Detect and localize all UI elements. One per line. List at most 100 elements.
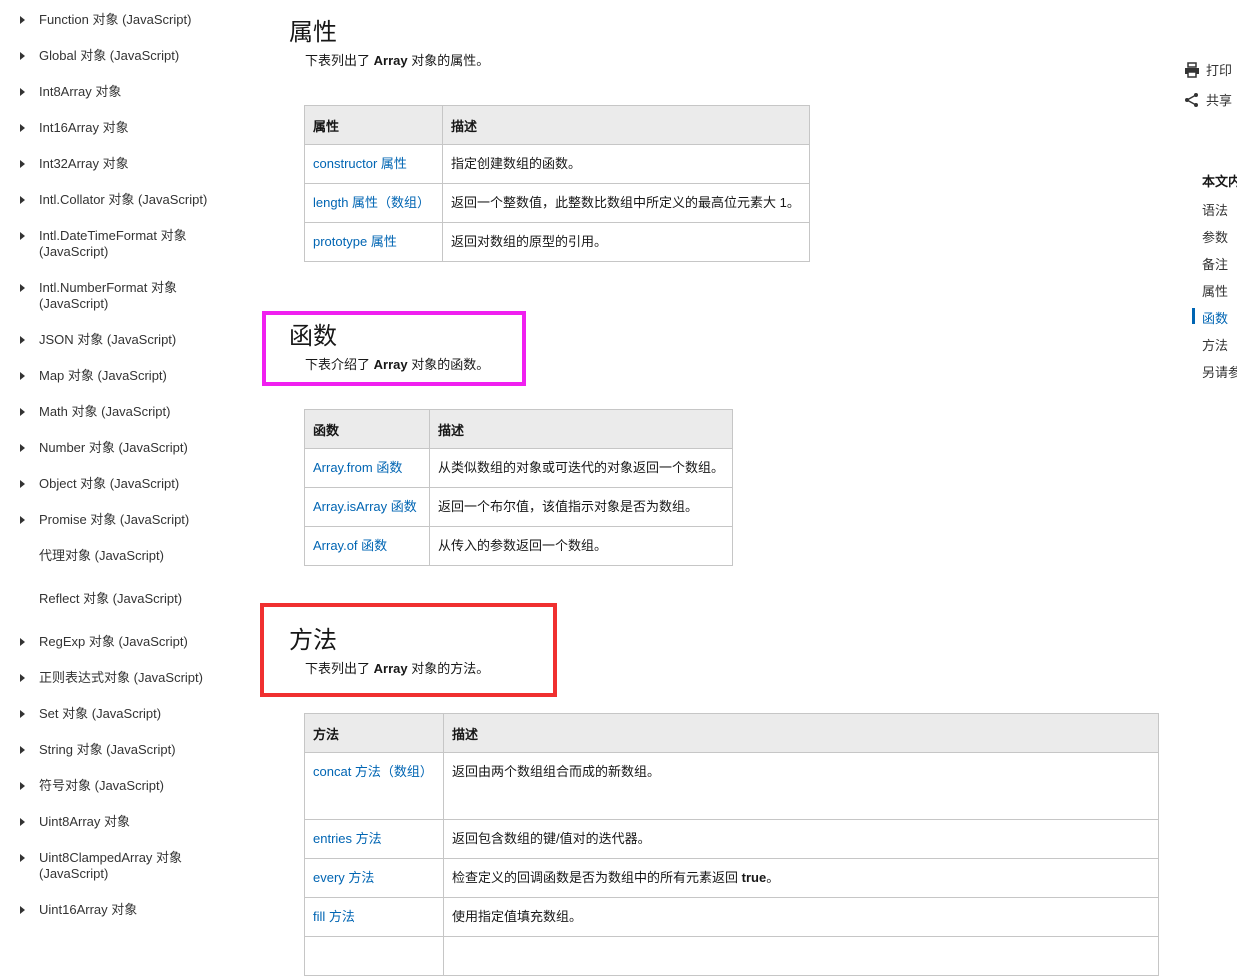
nav-item-label: Uint8Array 对象 xyxy=(39,814,131,829)
link-fill-method[interactable]: fill 方法 xyxy=(313,909,355,924)
toc-item-syntax[interactable]: 语法 xyxy=(1202,200,1228,219)
expand-caret-icon[interactable] xyxy=(20,160,25,168)
table-cell: 返回对数组的原型的引用。 xyxy=(442,222,810,262)
desc-text: 检查定义的回调函数是否为数组中的所有元素返回 xyxy=(452,870,742,885)
table-header-cell: 描述 xyxy=(429,409,733,449)
toc-item-see-also[interactable]: 另请参 xyxy=(1202,362,1237,381)
link-array-isarray[interactable]: Array.isArray 函数 xyxy=(313,499,417,514)
table-header-row: 函数 描述 xyxy=(304,409,733,449)
expand-caret-icon[interactable] xyxy=(20,408,25,416)
toc-item-parameters[interactable]: 参数 xyxy=(1202,227,1228,246)
link-prototype-property[interactable]: prototype 属性 xyxy=(313,234,397,249)
nav-item-map[interactable]: Map 对象 (JavaScript) xyxy=(0,368,232,384)
nav-item-uint8array[interactable]: Uint8Array 对象 xyxy=(0,814,232,830)
table-cell: 返回由两个数组组合而成的新数组。 xyxy=(443,752,1159,820)
expand-caret-icon[interactable] xyxy=(20,516,25,524)
table-row: Array.of 函数 从传入的参数返回一个数组。 xyxy=(304,526,733,566)
nav-item-reflect[interactable]: Reflect 对象 (JavaScript) xyxy=(0,591,232,607)
link-entries-method[interactable]: entries 方法 xyxy=(313,831,382,846)
expand-caret-icon[interactable] xyxy=(20,16,25,24)
nav-item-uint16array[interactable]: Uint16Array 对象 xyxy=(0,902,232,918)
expand-caret-icon[interactable] xyxy=(20,372,25,380)
expand-caret-icon[interactable] xyxy=(20,638,25,646)
table-cell xyxy=(304,936,444,976)
share-label: 共享 xyxy=(1206,93,1233,108)
table-cell: 使用指定值填充数组。 xyxy=(443,897,1159,937)
expand-caret-icon[interactable] xyxy=(20,88,25,96)
table-row: Array.from 函数 从类似数组的对象或可迭代的对象返回一个数组。 xyxy=(304,448,733,488)
nav-item-int16array[interactable]: Int16Array 对象 xyxy=(0,120,232,136)
expand-caret-icon[interactable] xyxy=(20,710,25,718)
nav-item-symbol[interactable]: 符号对象 (JavaScript) xyxy=(0,778,232,794)
link-every-method[interactable]: every 方法 xyxy=(313,870,374,885)
nav-item-intl-collator[interactable]: Intl.Collator 对象 (JavaScript) xyxy=(0,192,232,208)
table-cell: constructor 属性 xyxy=(304,144,443,184)
left-navigation: Function 对象 (JavaScript) Global 对象 (Java… xyxy=(0,0,240,940)
nav-item-string[interactable]: String 对象 (JavaScript) xyxy=(0,742,232,758)
expand-caret-icon[interactable] xyxy=(20,196,25,204)
link-array-of[interactable]: Array.of 函数 xyxy=(313,538,387,553)
link-constructor-property[interactable]: constructor 属性 xyxy=(313,156,407,171)
nav-item-json[interactable]: JSON 对象 (JavaScript) xyxy=(0,332,232,348)
nav-item-global[interactable]: Global 对象 (JavaScript) xyxy=(0,48,232,64)
nav-item-regexp[interactable]: RegExp 对象 (JavaScript) xyxy=(0,634,232,650)
nav-item-function[interactable]: Function 对象 (JavaScript) xyxy=(0,12,232,28)
expand-caret-icon[interactable] xyxy=(20,818,25,826)
nav-item-set[interactable]: Set 对象 (JavaScript) xyxy=(0,706,232,722)
expand-caret-icon[interactable] xyxy=(20,480,25,488)
table-cell: fill 方法 xyxy=(304,897,444,937)
section-desc-methods: 下表列出了 Array 对象的方法。 xyxy=(305,661,489,677)
nav-item-intl-numberformat[interactable]: Intl.NumberFormat 对象 (JavaScript) xyxy=(0,280,232,312)
section-desc-functions: 下表介绍了 Array 对象的函数。 xyxy=(305,357,489,373)
table-header-cell: 函数 xyxy=(304,409,430,449)
link-length-property[interactable]: length 属性（数组） xyxy=(313,195,430,210)
table-row: Array.isArray 函数 返回一个布尔值，该值指示对象是否为数组。 xyxy=(304,487,733,527)
toc-item-methods[interactable]: 方法 xyxy=(1202,335,1228,354)
expand-caret-icon[interactable] xyxy=(20,782,25,790)
table-header-row: 属性 描述 xyxy=(304,105,810,145)
nav-item-label: Uint8ClampedArray 对象 (JavaScript) xyxy=(39,850,183,881)
toc-item-remarks[interactable]: 备注 xyxy=(1202,254,1228,273)
link-concat-method[interactable]: concat 方法（数组） xyxy=(313,764,433,779)
expand-caret-icon[interactable] xyxy=(20,232,25,240)
expand-caret-icon[interactable] xyxy=(20,746,25,754)
table-row: prototype 属性 返回对数组的原型的引用。 xyxy=(304,222,810,262)
expand-caret-icon[interactable] xyxy=(20,284,25,292)
nav-item-intl-datetimeformat[interactable]: Intl.DateTimeFormat 对象 (JavaScript) xyxy=(0,228,232,260)
nav-item-label: Promise 对象 (JavaScript) xyxy=(39,512,190,527)
table-cell: every 方法 xyxy=(304,858,444,898)
nav-item-object[interactable]: Object 对象 (JavaScript) xyxy=(0,476,232,492)
expand-caret-icon[interactable] xyxy=(20,906,25,914)
table-header-cell: 方法 xyxy=(304,713,444,753)
nav-item-uint8clampedarray[interactable]: Uint8ClampedArray 对象 (JavaScript) xyxy=(0,850,232,882)
desc-bold-text: true xyxy=(741,870,767,885)
expand-caret-icon[interactable] xyxy=(20,52,25,60)
expand-caret-icon[interactable] xyxy=(20,124,25,132)
nav-item-promise[interactable]: Promise 对象 (JavaScript) xyxy=(0,512,232,528)
nav-item-label: Map 对象 (JavaScript) xyxy=(39,368,167,383)
table-cell: 返回一个整数值，此整数比数组中所定义的最高位元素大 1。 xyxy=(442,183,810,223)
nav-item-number[interactable]: Number 对象 (JavaScript) xyxy=(0,440,232,456)
nav-item-proxy[interactable]: 代理对象 (JavaScript) xyxy=(0,548,232,564)
table-row: fill 方法 使用指定值填充数组。 xyxy=(304,897,1159,937)
toc-item-functions[interactable]: 函数 xyxy=(1202,308,1228,327)
expand-caret-icon[interactable] xyxy=(20,854,25,862)
expand-caret-icon[interactable] xyxy=(20,444,25,452)
table-cell: 从传入的参数返回一个数组。 xyxy=(429,526,733,566)
share-button[interactable]: 共享 xyxy=(1184,90,1232,109)
nav-item-int8array[interactable]: Int8Array 对象 xyxy=(0,84,232,100)
nav-item-math[interactable]: Math 对象 (JavaScript) xyxy=(0,404,232,420)
link-array-from[interactable]: Array.from 函数 xyxy=(313,460,402,475)
toc-item-properties[interactable]: 属性 xyxy=(1202,281,1228,300)
table-header-cell: 属性 xyxy=(304,105,443,145)
table-row: concat 方法（数组） 返回由两个数组组合而成的新数组。 xyxy=(304,752,1159,820)
print-button[interactable]: 打印 xyxy=(1184,60,1232,79)
section-title-methods: 方法 xyxy=(289,626,337,654)
expand-caret-icon[interactable] xyxy=(20,674,25,682)
desc-text: 对象的属性。 xyxy=(407,53,490,68)
nav-item-label: Int8Array 对象 xyxy=(39,84,122,99)
expand-caret-icon[interactable] xyxy=(20,336,25,344)
nav-item-int32array[interactable]: Int32Array 对象 xyxy=(0,156,232,172)
nav-item-regular-expression[interactable]: 正则表达式对象 (JavaScript) xyxy=(0,670,232,686)
table-cell: 返回一个布尔值，该值指示对象是否为数组。 xyxy=(429,487,733,527)
